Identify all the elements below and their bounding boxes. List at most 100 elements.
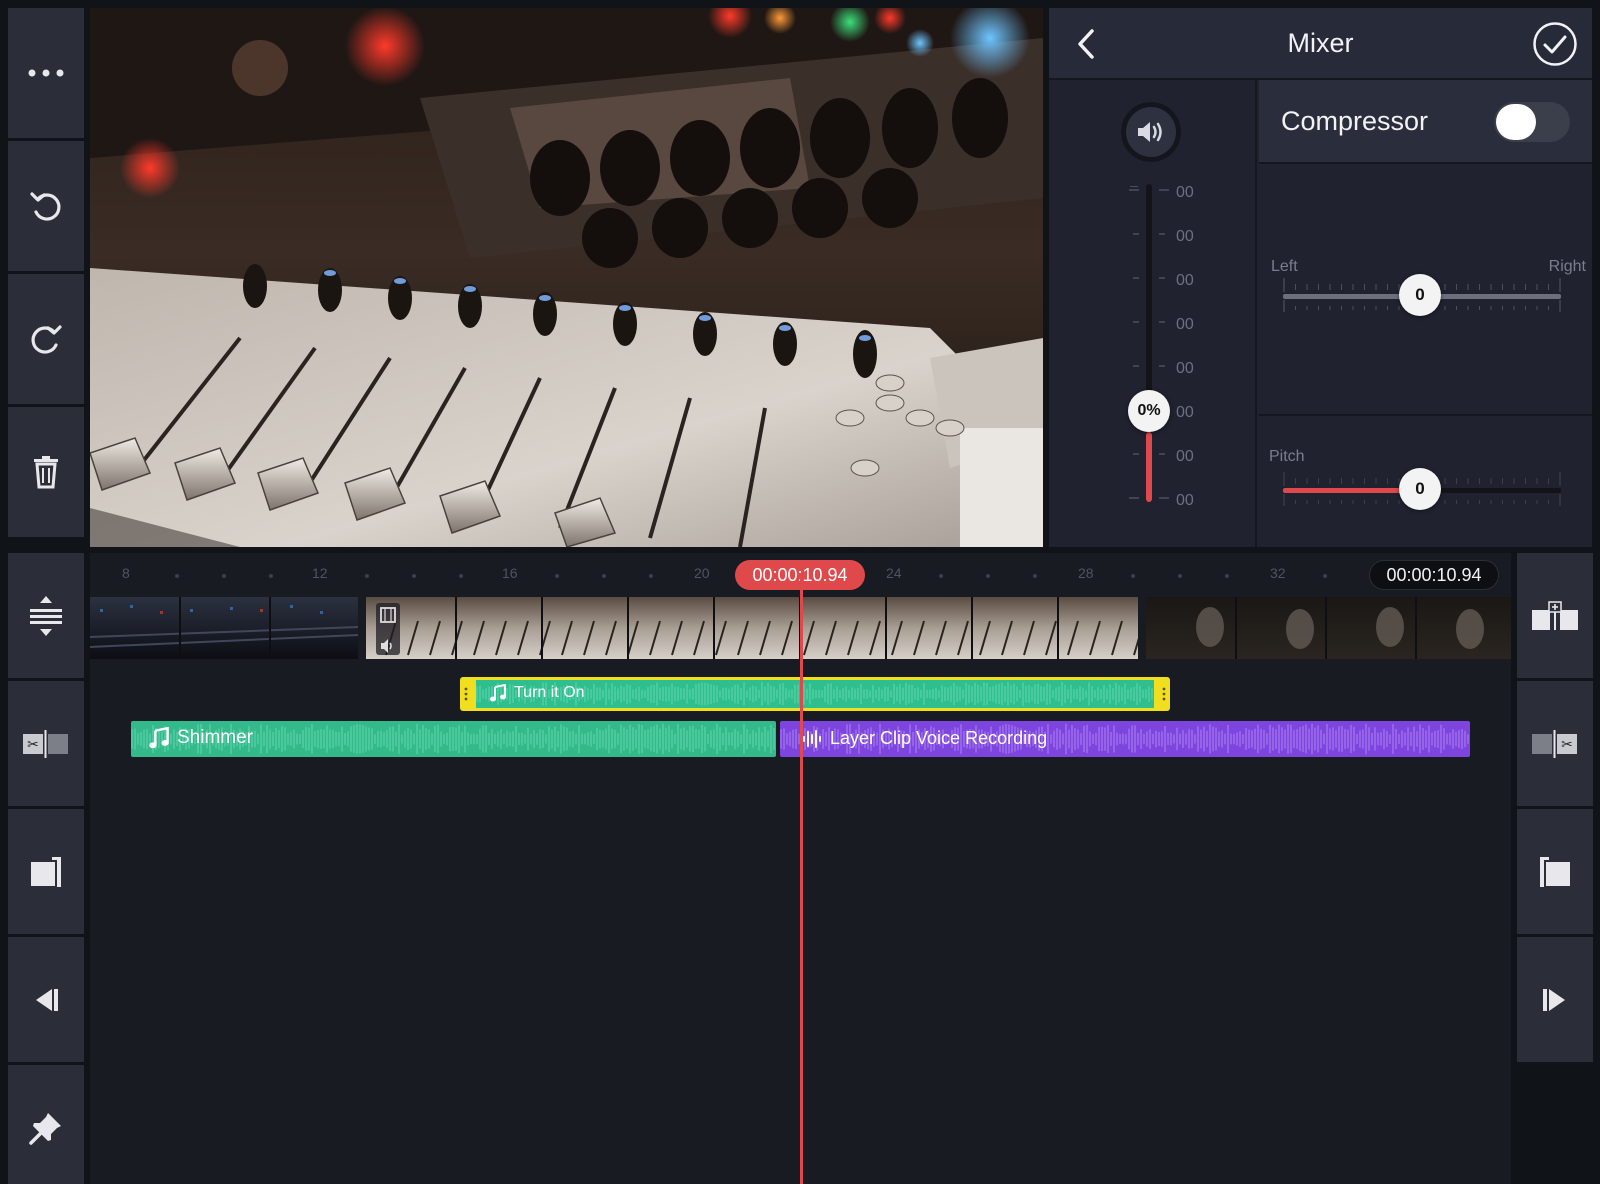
left-toolbar: ✂ bbox=[8, 8, 84, 1184]
ruler-tick bbox=[602, 574, 606, 578]
clip-title: Turn it On bbox=[514, 684, 585, 701]
volume-scale-ticks bbox=[1129, 189, 1169, 499]
db-label: 00 bbox=[1176, 404, 1194, 421]
ruler-tick bbox=[649, 574, 653, 578]
ruler-tick bbox=[1323, 574, 1327, 578]
ruler-tick bbox=[222, 574, 226, 578]
trim-split-button[interactable]: ✂ bbox=[8, 681, 84, 806]
ruler-number: 16 bbox=[502, 565, 518, 581]
volume-section: 00 00 00 00 00 00 00 00 0% bbox=[1049, 80, 1257, 547]
db-label: 00 bbox=[1176, 316, 1194, 333]
right-toolbar: ✂ bbox=[1517, 553, 1593, 1062]
compressor-toggle[interactable] bbox=[1494, 102, 1570, 142]
db-label: 00 bbox=[1176, 272, 1194, 289]
ruler-tick bbox=[1178, 574, 1182, 578]
crop-left-button[interactable] bbox=[8, 809, 84, 934]
checkmark-circle-icon bbox=[1533, 22, 1577, 66]
split-vertical-button[interactable] bbox=[8, 553, 84, 678]
crop-right-button[interactable] bbox=[1517, 809, 1593, 934]
clip-label: Shimmer bbox=[149, 727, 253, 749]
svg-text:✂: ✂ bbox=[1561, 736, 1573, 752]
audio-clip-shimmer[interactable]: Shimmer bbox=[131, 721, 776, 757]
more-button[interactable] bbox=[8, 8, 84, 138]
mixer-title: Mixer bbox=[1287, 27, 1354, 58]
skip-forward-button[interactable] bbox=[1517, 937, 1593, 1062]
music-note-icon bbox=[490, 684, 506, 702]
pin-button[interactable] bbox=[8, 1065, 84, 1184]
clip-trim-handle-left[interactable] bbox=[464, 686, 468, 702]
ruler-tick bbox=[555, 574, 559, 578]
ruler-tick bbox=[1131, 574, 1135, 578]
clip-audio-icon bbox=[381, 639, 392, 653]
done-button[interactable] bbox=[1532, 21, 1578, 72]
ruler-tick bbox=[412, 574, 416, 578]
mute-button[interactable] bbox=[1121, 102, 1181, 162]
compressor-label: Compressor bbox=[1281, 105, 1429, 136]
ruler-tick bbox=[1225, 574, 1229, 578]
clip-trim-handle-right[interactable] bbox=[1162, 686, 1166, 702]
speaker-icon bbox=[1138, 122, 1162, 142]
db-label: 00 bbox=[1176, 448, 1194, 465]
ruler-number: 8 bbox=[122, 565, 130, 581]
pan-value: 0 bbox=[1415, 285, 1425, 304]
crop-left-icon bbox=[31, 856, 61, 887]
end-time-badge: 00:00:10.94 bbox=[1369, 560, 1499, 590]
video-preview[interactable] bbox=[90, 8, 1043, 547]
pan-handle[interactable]: 0 bbox=[1399, 274, 1441, 316]
clip-title: Layer Clip Voice Recording bbox=[830, 728, 1048, 748]
ruler-tick bbox=[269, 574, 273, 578]
insert-clip-icon bbox=[1532, 600, 1578, 630]
clip-title: Shimmer bbox=[177, 727, 254, 748]
pin-icon bbox=[29, 1112, 61, 1145]
clip-body: Turn it On bbox=[476, 680, 1154, 708]
skip-back-icon bbox=[36, 988, 58, 1011]
trim-split-icon: ✂ bbox=[23, 729, 68, 758]
mixing-console-image bbox=[90, 8, 1043, 547]
trim-split-right-icon: ✂ bbox=[1532, 729, 1577, 758]
toggle-knob bbox=[1496, 104, 1536, 140]
timeline[interactable]: 8 12 16 20 24 28 32 00:00:10.94 00:00:10… bbox=[90, 553, 1511, 1184]
playhead[interactable] bbox=[800, 575, 803, 1184]
svg-text:✂: ✂ bbox=[27, 736, 39, 752]
clip-label: Turn it On bbox=[490, 684, 585, 702]
skip-back-button[interactable] bbox=[8, 937, 84, 1062]
db-label: 00 bbox=[1176, 360, 1194, 377]
ruler-tick bbox=[986, 574, 990, 578]
effects-section: Compressor Left Right 0 Pitch 0 bbox=[1259, 80, 1592, 547]
music-note-icon bbox=[149, 727, 169, 749]
ruler-number: 28 bbox=[1078, 565, 1094, 581]
audio-clip-turn-it-on[interactable]: Turn it On bbox=[460, 677, 1170, 711]
audio-clip-voice-recording[interactable]: Layer Clip Voice Recording bbox=[780, 721, 1470, 757]
redo-icon bbox=[31, 325, 62, 354]
pan-right-label: Right bbox=[1548, 258, 1586, 275]
redo-button[interactable] bbox=[8, 274, 84, 404]
insert-clip-button[interactable] bbox=[1517, 553, 1593, 678]
mixer-panel: Mixer 00 00 00 00 00 00 00 00 0% Compres… bbox=[1049, 8, 1592, 547]
clip-type-badge bbox=[376, 603, 400, 655]
ruler-number: 20 bbox=[694, 565, 710, 581]
ruler-number: 32 bbox=[1270, 565, 1286, 581]
pitch-value: 0 bbox=[1415, 479, 1425, 498]
skip-forward-icon bbox=[1543, 988, 1565, 1011]
ruler-number: 12 bbox=[312, 565, 328, 581]
undo-icon bbox=[30, 192, 61, 221]
pitch-handle[interactable]: 0 bbox=[1399, 468, 1441, 510]
voice-waveform-icon bbox=[803, 729, 821, 748]
db-label: 00 bbox=[1176, 184, 1194, 201]
film-icon bbox=[380, 607, 396, 623]
ruler-tick bbox=[175, 574, 179, 578]
chevron-left-icon bbox=[1078, 29, 1094, 59]
mixer-header: Mixer bbox=[1049, 8, 1592, 80]
volume-handle[interactable]: 0% bbox=[1128, 390, 1170, 432]
back-button[interactable] bbox=[1075, 28, 1097, 65]
pitch-label: Pitch bbox=[1269, 448, 1305, 465]
undo-button[interactable] bbox=[8, 141, 84, 271]
pitch-section: Pitch 0 bbox=[1259, 418, 1592, 547]
compressor-row: Compressor bbox=[1259, 80, 1592, 164]
trim-split-right-button[interactable]: ✂ bbox=[1517, 681, 1593, 806]
ruler-tick bbox=[365, 574, 369, 578]
pan-section: Left Right 0 bbox=[1259, 166, 1592, 416]
ruler-tick bbox=[1033, 574, 1037, 578]
delete-button[interactable] bbox=[8, 407, 84, 537]
volume-value: 0% bbox=[1137, 402, 1161, 419]
